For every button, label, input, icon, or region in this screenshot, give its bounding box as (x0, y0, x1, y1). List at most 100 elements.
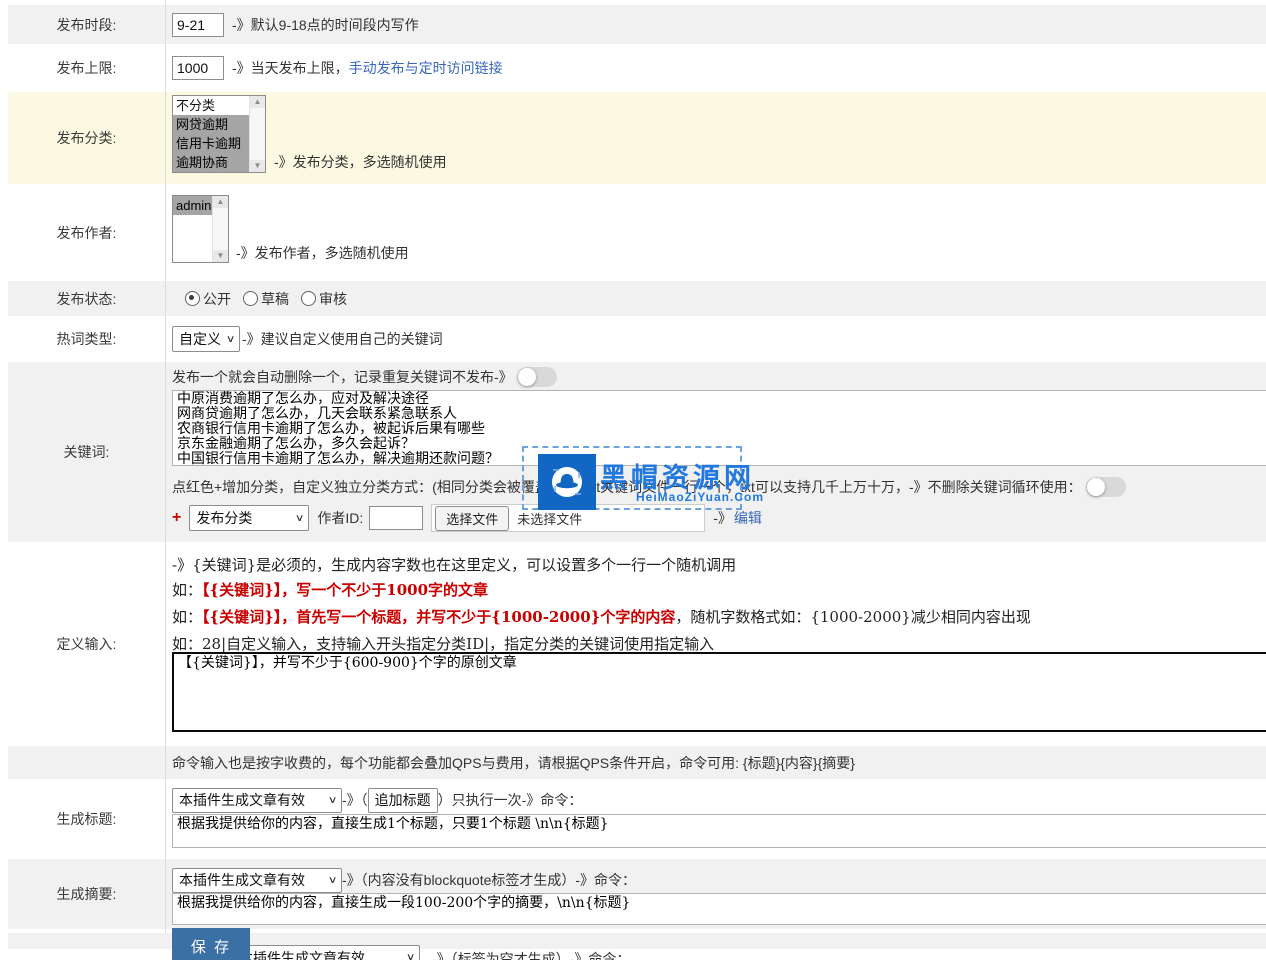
publish-author-listbox[interactable]: admin ▲ ▼ (172, 195, 229, 263)
keywords-note-line: 点红色+增加分类，自定义独立分类方式：(相同分类会被覆盖) 支持txt关键词文件… (172, 476, 1126, 498)
row-publish-category: 发布分类: 不分类 网贷逾期 信用卡逾期 逾期协商 ▲ ▼ -》发布分类，多选随… (8, 92, 1266, 184)
edit-link[interactable]: 编辑 (734, 508, 762, 528)
scroll-down-icon[interactable]: ▼ (213, 250, 228, 262)
example-1-red: 【{关键词}】，写一个不少于1000字的文章 (202, 581, 488, 599)
row-keywords: 关键词: 发布一个就会自动删除一个，记录重复关键词不发布-》 中原消费逾期了怎么… (8, 362, 1266, 542)
summary-suffix-text: -》（内容没有blockquote标签才生成）-》命令： (342, 870, 636, 890)
hotword-type-value: 自定义 (179, 329, 221, 349)
listbox-scrollbar[interactable]: ▲ ▼ (249, 96, 265, 172)
hotword-type-select[interactable]: 自定义 ∨ (172, 326, 240, 352)
scroll-down-icon[interactable]: ▼ (250, 160, 265, 172)
keywords-textarea[interactable]: 中原消费逾期了怎么办，应对及解决途径 网商贷逾期了怎么办，几天会联系紧急联系人 … (172, 390, 1266, 466)
generate-title-command[interactable]: 根据我提供给你的内容，直接生成1个标题，只要1个标题 \n\n{标题} (172, 814, 1266, 848)
listbox-scrollbar[interactable]: ▲ ▼ (212, 196, 228, 262)
definition-textarea[interactable]: 【{关键词}】，并写不少于{600-900}个字的原创文章 (172, 652, 1266, 732)
author-option[interactable]: admin (173, 196, 213, 215)
definition-example-1: 如：【{关键词}】，写一个不少于1000字的文章 (172, 579, 488, 600)
radio-icon[interactable] (301, 291, 316, 306)
generate-summary-command[interactable]: 根据我提供给你的内容，直接生成一段100-200个字的摘要，\n\n{标题} (172, 893, 1266, 925)
publish-limit-hint: -》当天发布上限， (232, 58, 349, 78)
radio-draft[interactable]: 草稿 (243, 289, 289, 309)
row-qps-note: 命令输入也是按字收费的，每个功能都会叠加QPS与费用，请根据QPS条件开启，命令… (8, 746, 1266, 779)
publish-time-input[interactable] (172, 13, 224, 37)
category-dropdown-value: 发布分类 (196, 508, 252, 528)
chevron-down-icon: ∨ (406, 952, 416, 960)
definition-intro: -》{关键词}是必须的，生成内容字数也在这里定义，可以设置多个一行一个随机调用 (172, 554, 736, 575)
row-definition-input: 定义输入: -》{关键词}是必须的，生成内容字数也在这里定义，可以设置多个一行一… (8, 546, 1266, 742)
publish-time-hint: -》默认9-18点的时间段内写作 (232, 15, 419, 35)
example-prefix: 如： (172, 581, 202, 599)
keywords-note: 点红色+增加分类，自定义独立分类方式：(相同分类会被覆盖) 支持txt关键词文件… (172, 477, 909, 497)
choose-file-button[interactable]: 选择文件 (435, 506, 509, 531)
chevron-down-icon: ∨ (226, 334, 236, 345)
row-publish-author: 发布作者: admin ▲ ▼ -》发布作者，多选随机使用 (8, 188, 1266, 277)
summary-scope-value: 本插件生成文章有效 (179, 870, 305, 890)
title-mid-text: -》（ (342, 790, 368, 810)
next-suffix-text: -》（标签为空才生成）-》命令： (432, 949, 630, 960)
author-id-input[interactable] (369, 506, 423, 530)
radio-public-label: 公开 (203, 291, 231, 307)
settings-page: 发布时段: -》默认9-18点的时间段内写作 发布上限: -》当天发布上限， 手… (0, 0, 1266, 960)
row-generate-summary: 生成摘要: 本插件生成文章有效 ∨ -》（内容没有blockquote标签才生成… (8, 859, 1266, 929)
scroll-up-icon[interactable]: ▲ (213, 196, 228, 208)
category-option[interactable]: 不分类 (173, 96, 250, 115)
publish-category-listbox[interactable]: 不分类 网贷逾期 信用卡逾期 逾期协商 ▲ ▼ (172, 95, 266, 173)
generate-summary-controls: 本插件生成文章有效 ∨ -》（内容没有blockquote标签才生成）-》命令： (172, 867, 636, 893)
title-mode-value: 追加标题 (375, 790, 431, 810)
title-scope-value: 本插件生成文章有效 (179, 790, 305, 810)
example-2-suffix: ，随机字数格式如：{1000-2000}减少相同内容出现 (675, 608, 1031, 626)
file-input: 选择文件 未选择文件 (431, 504, 705, 532)
example-2-red: 【{关键词}】，首先写一个标题，并写不少于{1000-2000}个字的内容 (202, 608, 675, 626)
row-generate-title: 生成标题: 本插件生成文章有效 ∨ -》（ 追加标题 ∨ ）只执行一次-》命令：… (8, 783, 1266, 855)
manual-publish-link[interactable]: 手动发布与定时访问链接 (349, 58, 503, 78)
chevron-down-icon: ∨ (328, 795, 338, 806)
publish-author-label: 发布作者: (8, 188, 165, 277)
edit-arrow: -》 (713, 508, 732, 528)
radio-icon[interactable] (185, 291, 200, 306)
category-option[interactable]: 信用卡逾期 (173, 134, 250, 153)
radio-review-label: 审核 (319, 291, 347, 307)
auto-delete-toggle[interactable] (517, 367, 557, 387)
loop-keywords-toggle[interactable] (1086, 477, 1126, 497)
definition-input-label: 定义输入: (8, 546, 165, 742)
hotword-type-label: 热词类型: (8, 320, 165, 358)
generate-title-controls: 本插件生成文章有效 ∨ -》（ 追加标题 ∨ ）只执行一次-》命令： (172, 787, 582, 813)
auto-delete-line: 发布一个就会自动删除一个，记录重复关键词不发布-》 (172, 366, 557, 388)
title-suffix-text: ）只执行一次-》命令： (438, 790, 583, 810)
auto-delete-label: 发布一个就会自动删除一个，记录重复关键词不发布-》 (172, 367, 513, 387)
qps-note: 命令输入也是按字收费的，每个功能都会叠加QPS与费用，请根据QPS条件开启，命令… (172, 753, 855, 773)
generate-title-label: 生成标题: (8, 783, 165, 855)
chevron-down-icon: ∨ (295, 513, 305, 524)
hotword-type-hint: -》建议自定义使用自己的关键词 (242, 329, 443, 349)
row-publish-status: 发布状态: 公开 草稿 审核 (8, 281, 1266, 316)
scroll-up-icon[interactable]: ▲ (250, 96, 265, 108)
publish-status-label: 发布状态: (8, 281, 165, 316)
row-publish-time: 发布时段: -》默认9-18点的时间段内写作 (8, 5, 1266, 44)
example-prefix: 如： (172, 608, 202, 626)
category-option[interactable]: 网贷逾期 (173, 115, 250, 134)
title-scope-select[interactable]: 本插件生成文章有效 ∨ (172, 788, 342, 813)
generate-summary-label: 生成摘要: (8, 859, 165, 929)
category-dropdown[interactable]: 发布分类 ∨ (189, 505, 309, 531)
radio-public[interactable]: 公开 (185, 289, 231, 309)
next-scope-select[interactable]: 本插件生成文章有效 ∨ (232, 945, 420, 960)
save-button[interactable]: 保 存 (172, 928, 250, 960)
radio-review[interactable]: 审核 (301, 289, 347, 309)
row-publish-limit: 发布上限: -》当天发布上限， 手动发布与定时访问链接 (8, 48, 1266, 88)
file-status: 未选择文件 (517, 509, 582, 528)
publish-limit-input[interactable] (172, 56, 224, 80)
chevron-down-icon: ∨ (328, 875, 338, 886)
keywords-controls-line: + 发布分类 ∨ 作者ID: 选择文件 未选择文件 -》 编辑 (172, 503, 762, 533)
definition-example-2: 如：【{关键词}】，首先写一个标题，并写不少于{1000-2000}个字的内容，… (172, 606, 1031, 627)
publish-author-hint: -》发布作者，多选随机使用 (236, 243, 409, 263)
category-option[interactable]: 逾期协商 (173, 153, 250, 172)
definition-example-3: 如：28|自定义输入，支持输入开头指定分类ID|，指定分类的关键词使用指定输入 (172, 633, 714, 654)
next-scope-value: 本插件生成文章有效 (239, 948, 365, 960)
summary-scope-select[interactable]: 本插件生成文章有效 ∨ (172, 868, 342, 893)
publish-time-label: 发布时段: (8, 5, 165, 44)
radio-draft-label: 草稿 (261, 291, 289, 307)
add-category-button[interactable]: + (172, 509, 181, 527)
radio-icon[interactable] (243, 291, 258, 306)
keywords-label: 关键词: (8, 362, 165, 542)
title-mode-select[interactable]: 追加标题 ∨ (368, 788, 438, 813)
